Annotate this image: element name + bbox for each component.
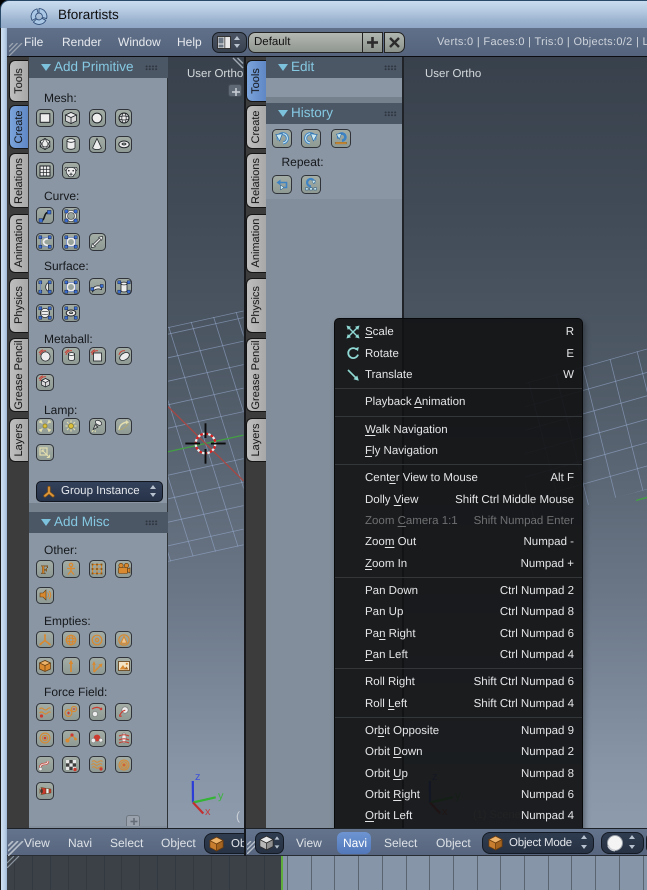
svg-text:(: ( xyxy=(236,809,240,823)
svg-text:F: F xyxy=(41,563,48,577)
svg-text:x: x xyxy=(205,806,211,818)
svg-text:y: y xyxy=(218,790,224,802)
svg-text:z: z xyxy=(195,771,201,783)
